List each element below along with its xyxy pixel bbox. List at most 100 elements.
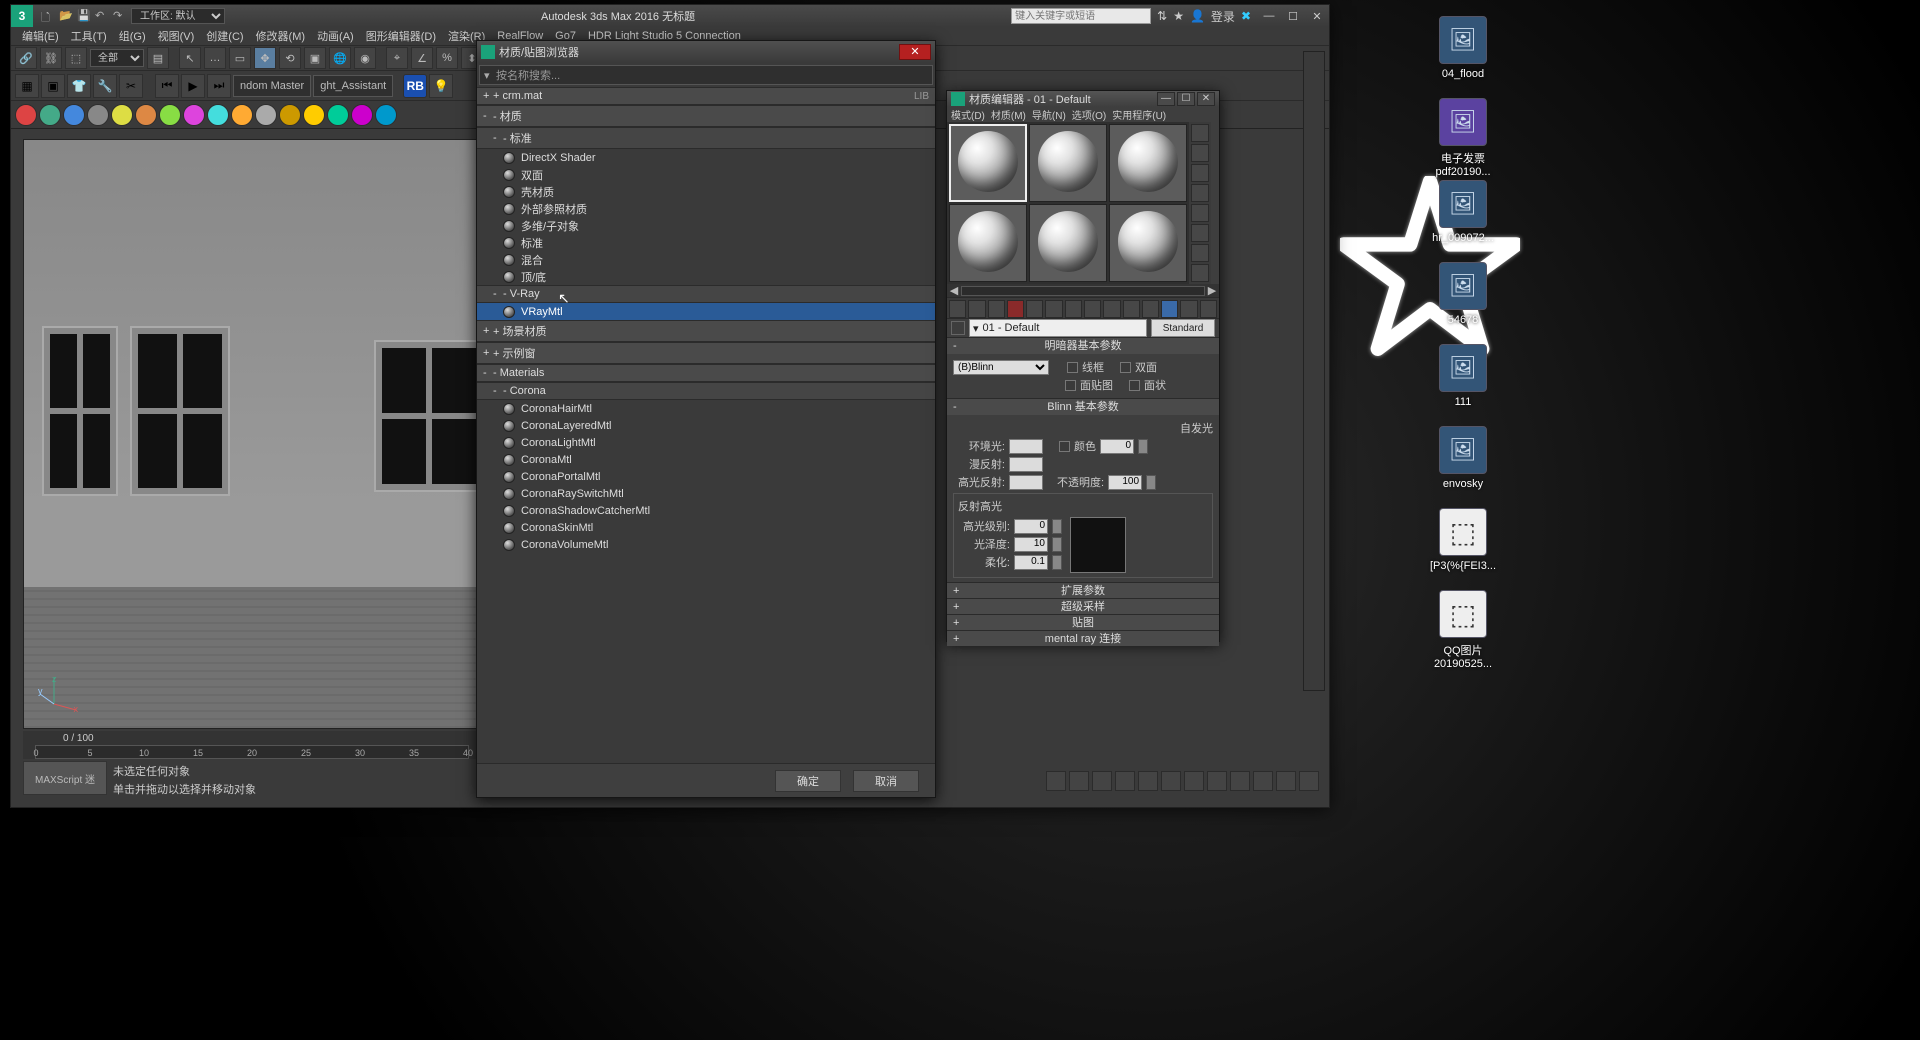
maxscript-listener[interactable]: MAXScript 迷 [23, 761, 107, 795]
select-name-icon[interactable]: … [204, 47, 226, 69]
rect-sel-icon[interactable]: ▭ [229, 47, 251, 69]
ref-coord-icon[interactable]: 🌐 [329, 47, 351, 69]
rb-badge[interactable]: RB [403, 74, 427, 98]
search-dropdown-icon[interactable]: ▾ [484, 69, 496, 82]
browser-group-header[interactable]: -- Corona [477, 382, 935, 400]
nav-icon-0[interactable] [1046, 771, 1066, 791]
help-icon[interactable]: ✖ [1241, 9, 1251, 23]
desktop-shortcut[interactable]: 🖼电子发票pdf20190... [1428, 98, 1498, 178]
save-icon[interactable]: 💾 [77, 9, 91, 23]
ambient-swatch[interactable] [1009, 439, 1043, 454]
material-item[interactable]: VRayMtl [477, 303, 935, 320]
pick-material-icon[interactable] [951, 321, 965, 335]
faceted-checkbox[interactable] [1129, 380, 1140, 391]
material-type-button[interactable]: Standard [1151, 319, 1215, 337]
user-icon[interactable]: 👤 [1190, 9, 1205, 23]
material-item[interactable]: CoronaSkinMtl [477, 519, 935, 536]
redo-icon[interactable]: ↷ [113, 9, 127, 23]
mated-menu-item[interactable]: 材质(M) [991, 107, 1026, 122]
link-icon[interactable]: 🔗 [15, 47, 37, 69]
rb-bulb-icon[interactable]: 💡 [429, 74, 453, 98]
mated-side-icon-5[interactable] [1191, 224, 1209, 242]
nav-icon-2[interactable] [1092, 771, 1112, 791]
rollout-shader-header[interactable]: -明暗器基本参数 [947, 338, 1219, 354]
browser-close-button[interactable]: ✕ [899, 44, 931, 60]
browser-group-header[interactable]: -- 标准 [477, 127, 935, 149]
material-item[interactable]: 双面 [477, 166, 935, 183]
mated-menu-item[interactable]: 导航(N) [1032, 107, 1066, 122]
sample-slot-3[interactable] [1109, 124, 1187, 202]
material-item[interactable]: 顶/底 [477, 268, 935, 285]
soften-value[interactable]: 0.1 [1014, 555, 1048, 570]
pivot-icon[interactable]: ◉ [354, 47, 376, 69]
mated-tool-icon-2[interactable] [988, 300, 1005, 318]
star-icon[interactable]: ★ [1173, 9, 1184, 23]
material-item[interactable]: 混合 [477, 251, 935, 268]
sample-slot-4[interactable] [949, 204, 1027, 282]
maximize-button[interactable]: ☐ [1281, 10, 1305, 23]
unlink-icon[interactable]: ⛓ [40, 47, 62, 69]
opacity-spinner[interactable] [1146, 475, 1156, 490]
menu-item[interactable]: 修改器(M) [251, 28, 311, 44]
close-button[interactable]: ✕ [1305, 10, 1329, 23]
nav-icon-6[interactable] [1184, 771, 1204, 791]
nav-icon-11[interactable] [1299, 771, 1319, 791]
app-logo[interactable]: 3 [11, 5, 33, 27]
desktop-shortcut[interactable]: 🖼envosky [1428, 426, 1498, 490]
extras-icon-12[interactable] [303, 104, 325, 126]
browser-ok-button[interactable]: 确定 [775, 770, 841, 792]
mated-close-button[interactable]: ✕ [1197, 92, 1215, 106]
rb-icon-2[interactable]: ▣ [41, 74, 65, 98]
mated-min-button[interactable]: — [1157, 92, 1175, 106]
nav-icon-1[interactable] [1069, 771, 1089, 791]
spec-level-value[interactable]: 0 [1014, 519, 1048, 534]
nav-icon-10[interactable] [1276, 771, 1296, 791]
material-item[interactable]: 外部参照材质 [477, 200, 935, 217]
extras-icon-4[interactable] [111, 104, 133, 126]
browser-titlebar[interactable]: 材质/贴图浏览器 ✕ [477, 41, 935, 63]
snap-icon[interactable]: ⌖ [386, 47, 408, 69]
toggle-icon[interactable]: ⇅ [1157, 9, 1167, 23]
nav-icon-3[interactable] [1115, 771, 1135, 791]
mated-menu-item[interactable]: 模式(D) [951, 107, 985, 122]
mated-titlebar[interactable]: 材质编辑器 - 01 - Default — ☐ ✕ [947, 91, 1219, 107]
extras-icon-0[interactable] [15, 104, 37, 126]
mated-tool-icon-12[interactable] [1180, 300, 1197, 318]
extras-icon-8[interactable] [207, 104, 229, 126]
open-icon[interactable]: 📂 [59, 9, 73, 23]
mated-tool-icon-7[interactable] [1084, 300, 1101, 318]
shader-select[interactable]: (B)Blinn [953, 360, 1049, 375]
material-item[interactable]: 标准 [477, 234, 935, 251]
desktop-shortcut[interactable]: 🖼54678 [1428, 262, 1498, 326]
angle-snap-icon[interactable]: ∠ [411, 47, 433, 69]
menu-item[interactable]: 编辑(E) [17, 28, 64, 44]
rb-icon-4[interactable]: 🔧 [93, 74, 117, 98]
new-icon[interactable]: 🗋 [41, 9, 55, 23]
menu-item[interactable]: 图形编辑器(D) [361, 28, 441, 44]
filter-icon[interactable]: ▤ [147, 47, 169, 69]
extras-icon-3[interactable] [87, 104, 109, 126]
menu-item[interactable]: 动画(A) [312, 28, 359, 44]
material-item[interactable]: CoronaRaySwitchMtl [477, 485, 935, 502]
soften-spinner[interactable] [1052, 555, 1062, 570]
extras-icon-11[interactable] [279, 104, 301, 126]
extras-icon-13[interactable] [327, 104, 349, 126]
diffuse-swatch[interactable] [1009, 457, 1043, 472]
facemap-checkbox[interactable] [1065, 380, 1076, 391]
menu-item[interactable]: 组(G) [114, 28, 151, 44]
browser-group-header[interactable]: ++ 场景材质 [477, 320, 935, 342]
selfillum-value[interactable]: 0 [1100, 439, 1134, 454]
desktop-shortcut[interactable]: 🖼111 [1428, 344, 1498, 408]
mated-tool-icon-6[interactable] [1065, 300, 1082, 318]
rb-icon-5[interactable]: ✂ [119, 74, 143, 98]
percent-snap-icon[interactable]: % [436, 47, 458, 69]
specular-swatch[interactable] [1009, 475, 1043, 490]
material-item[interactable]: CoronaMtl [477, 451, 935, 468]
material-item[interactable]: 壳材质 [477, 183, 935, 200]
mated-tool-icon-1[interactable] [968, 300, 985, 318]
extras-icon-6[interactable] [159, 104, 181, 126]
extras-icon-9[interactable] [231, 104, 253, 126]
sample-slot-1[interactable] [949, 124, 1027, 202]
extras-icon-2[interactable] [63, 104, 85, 126]
command-panel[interactable] [1303, 51, 1325, 691]
